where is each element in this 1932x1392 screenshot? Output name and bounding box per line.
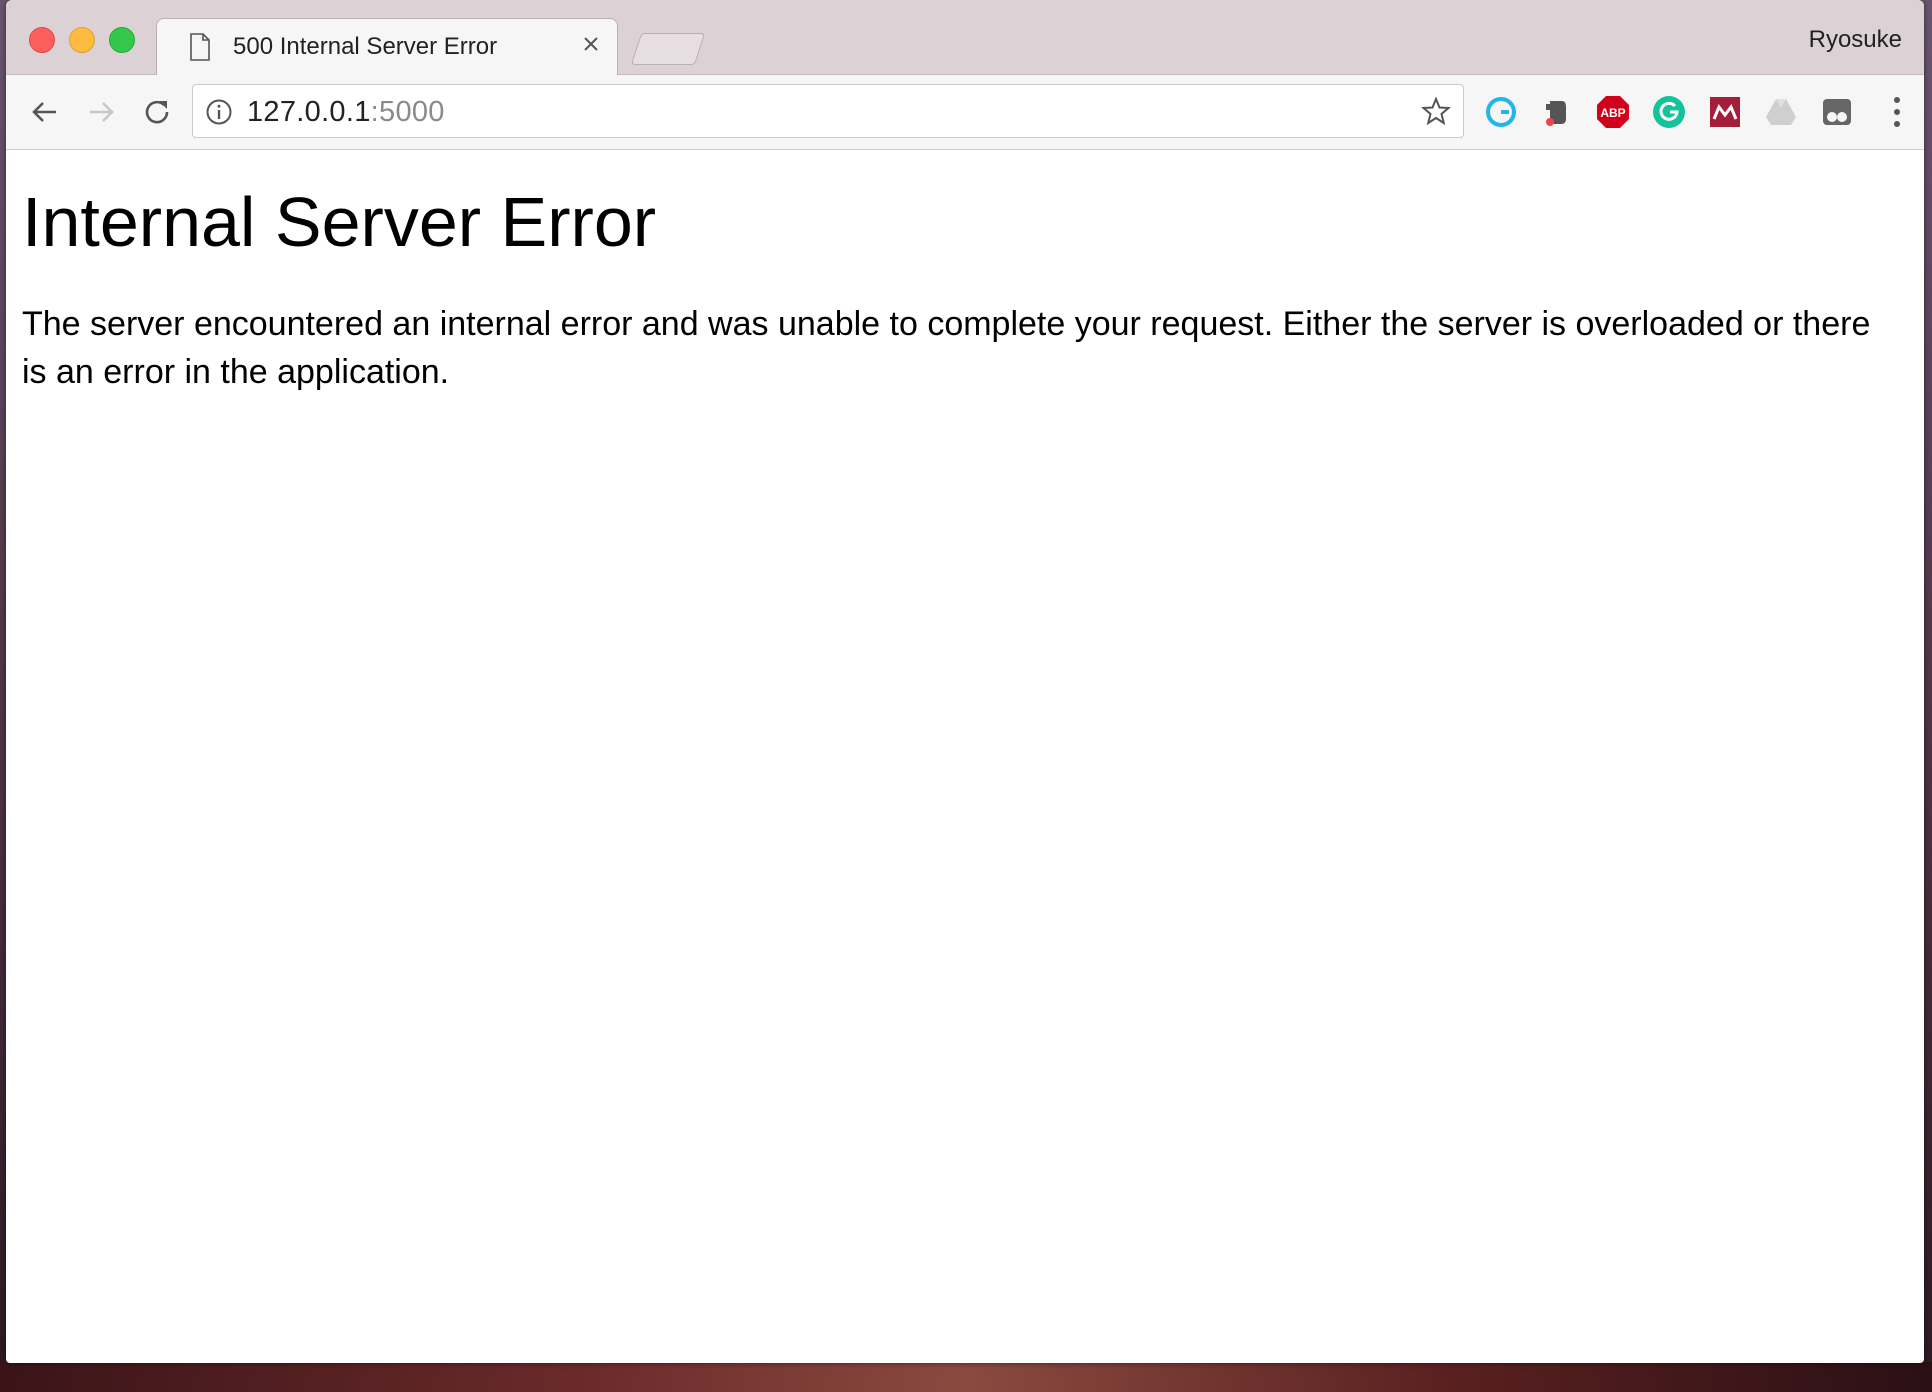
page-content: Internal Server Error The server encount… [6,150,1924,421]
tab-title: 500 Internal Server Error [233,33,498,60]
grammarly-green-icon[interactable] [1652,95,1686,129]
incognito-icon[interactable] [1820,95,1854,129]
grammarly-icon[interactable] [1484,95,1518,129]
minimize-window-button[interactable] [69,27,95,53]
zoom-window-button[interactable] [109,27,135,53]
profile-name[interactable]: Ryosuke [1809,26,1902,54]
address-bar[interactable]: 127.0.0.1:5000 [192,84,1464,138]
adblock-plus-icon[interactable]: ABP [1596,95,1630,129]
url-text[interactable]: 127.0.0.1:5000 [247,96,445,129]
forward-arrow-icon[interactable] [84,95,118,129]
evernote-icon[interactable] [1540,95,1574,129]
close-window-button[interactable] [29,27,55,53]
error-message: The server encountered an internal error… [22,305,1871,392]
toolbar: 127.0.0.1:5000 ABP [6,75,1924,150]
close-tab-icon[interactable] [579,32,603,56]
tab-active[interactable]: 500 Internal Server Error [156,18,618,76]
document-icon [190,33,210,61]
title-bar: 500 Internal Server Error Ryosuke [6,0,1924,76]
desktop-background [0,1362,1932,1392]
kebab-menu-icon[interactable] [1892,95,1902,129]
mendeley-icon[interactable] [1708,95,1742,129]
svg-text:ABP: ABP [1600,106,1625,120]
bookmark-star-icon[interactable] [1421,96,1451,126]
back-arrow-icon[interactable] [28,95,62,129]
url-port: :5000 [370,96,445,128]
reload-icon[interactable] [140,95,174,129]
info-icon[interactable] [205,98,233,126]
page-title: Internal Server Error [22,183,657,261]
new-tab-button[interactable] [630,33,706,65]
browser-window: 500 Internal Server Error Ryosuke 127.0.… [6,0,1924,1363]
url-host: 127.0.0.1 [247,96,371,128]
google-drive-icon[interactable] [1764,95,1798,129]
